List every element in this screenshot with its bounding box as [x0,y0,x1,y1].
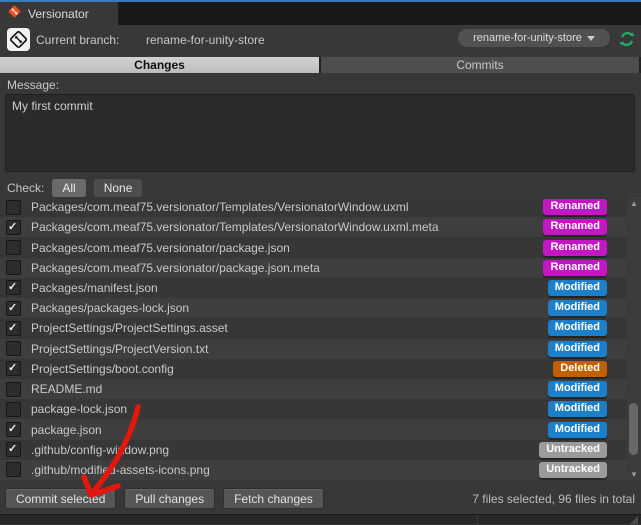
status-badge: Untracked [539,461,607,478]
git-branch-icon [7,4,22,24]
file-checkbox[interactable] [6,320,21,336]
check-none-button[interactable]: None [93,178,143,197]
sync-icon [619,31,635,47]
tab-commits[interactable]: Commits [321,57,639,73]
scrollbar-thumb[interactable] [629,403,638,455]
selection-summary: 7 files selected, 96 files in total [472,492,635,506]
file-checkbox[interactable] [6,442,21,458]
scroll-down-icon[interactable]: ▼ [627,468,641,480]
file-row[interactable]: package.json Modified [0,419,627,440]
chevron-down-icon [586,35,595,41]
file-checkbox[interactable] [6,422,21,438]
current-branch-label: Current branch: [36,33,120,47]
file-path: package-lock.json [31,402,128,417]
file-path: Packages/com.meaf75.versionator/package.… [31,240,290,255]
file-row[interactable]: Packages/com.meaf75.versionator/Template… [0,217,627,238]
file-row[interactable]: ProjectSettings/ProjectSettings.asset Mo… [0,318,627,339]
file-checkbox[interactable] [6,260,21,276]
tab-versionator[interactable]: Versionator [0,2,118,25]
branch-dropdown-value: rename-for-unity-store [473,32,582,44]
status-badge: Renamed [543,199,607,216]
fetch-changes-button[interactable]: Fetch changes [223,488,324,509]
file-path: ProjectSettings/boot.config [31,361,174,376]
file-row[interactable]: Packages/com.meaf75.versionator/package.… [0,237,627,258]
status-badge: Renamed [543,239,607,256]
commit-message-input[interactable]: My first commit [5,94,635,172]
file-path: .github/modified-assets-icons.png [31,462,210,477]
file-row[interactable]: Packages/com.meaf75.versionator/package.… [0,257,627,278]
file-checkbox[interactable] [6,240,21,256]
versionator-logo-icon [7,28,30,51]
branch-select-dropdown[interactable]: rename-for-unity-store [458,29,610,47]
file-checkbox[interactable] [6,401,21,417]
message-label: Message: [7,78,60,92]
scroll-up-icon[interactable]: ▲ [627,197,641,209]
status-badge: Renamed [543,259,607,276]
check-label: Check: [7,180,45,195]
commit-selected-button[interactable]: Commit selected [5,488,117,509]
status-badge: Modified [547,320,607,337]
file-row[interactable]: Packages/packages-lock.json Modified [0,298,627,319]
file-row[interactable]: package-lock.json Modified [0,399,627,420]
status-badge: Deleted [553,360,607,377]
pull-changes-button[interactable]: Pull changes [124,488,216,509]
file-path: Packages/manifest.json [31,280,158,295]
check-toolbar: Check: All None [7,178,143,197]
list-scrollbar[interactable]: ▲ ▼ [627,197,641,480]
editor-tab-bar: Versionator [0,2,641,25]
file-path: Packages/com.meaf75.versionator/package.… [31,260,320,275]
file-row[interactable]: README.md Modified [0,378,627,400]
changed-files-list: Packages/com.meaf75.versionator/Template… [0,197,627,481]
status-badge: Renamed [543,219,607,236]
current-branch-value: rename-for-unity-store [146,33,265,47]
file-row[interactable]: .github/modified-assets-icons.png Untrac… [0,459,627,481]
file-checkbox[interactable] [6,361,21,377]
status-badge: Modified [547,381,607,398]
file-path: .github/config-window.png [31,442,170,457]
file-path: ProjectSettings/ProjectVersion.txt [31,341,209,356]
file-path: README.md [31,382,103,397]
file-row[interactable]: Packages/com.meaf75.versionator/Template… [0,197,627,218]
file-path: Packages/com.meaf75.versionator/Template… [31,220,439,235]
file-path: package.json [31,422,102,437]
view-tabs: Changes Commits [0,57,641,73]
file-row[interactable]: ProjectSettings/ProjectVersion.txt Modif… [0,338,627,359]
status-badge: Modified [547,401,607,418]
file-checkbox[interactable] [6,381,21,397]
resize-grip-icon[interactable] [630,516,638,524]
refresh-button[interactable] [616,28,638,50]
status-badge: Modified [547,340,607,357]
tab-title: Versionator [28,6,89,21]
status-strip [0,514,641,525]
file-path: ProjectSettings/ProjectSettings.asset [31,321,228,336]
file-row[interactable]: ProjectSettings/boot.config Deleted [0,358,627,379]
file-checkbox[interactable] [6,219,21,235]
file-row[interactable]: .github/config-window.png Untracked [0,439,627,460]
footer-actions: Commit selected Pull changes Fetch chang… [5,488,324,509]
file-checkbox[interactable] [6,300,21,316]
file-path: Packages/com.meaf75.versionator/Template… [31,200,409,215]
status-badge: Modified [547,279,607,296]
file-row[interactable]: Packages/manifest.json Modified [0,277,627,299]
file-checkbox[interactable] [6,341,21,357]
file-checkbox[interactable] [6,280,21,296]
check-all-button[interactable]: All [52,178,86,197]
file-checkbox[interactable] [6,462,21,478]
status-badge: Untracked [539,441,607,458]
file-checkbox[interactable] [6,199,21,215]
tab-changes[interactable]: Changes [0,57,319,73]
branch-bar: Current branch: rename-for-unity-store r… [0,25,641,56]
status-badge: Modified [547,421,607,438]
file-path: Packages/packages-lock.json [31,301,190,316]
status-badge: Modified [547,300,607,317]
